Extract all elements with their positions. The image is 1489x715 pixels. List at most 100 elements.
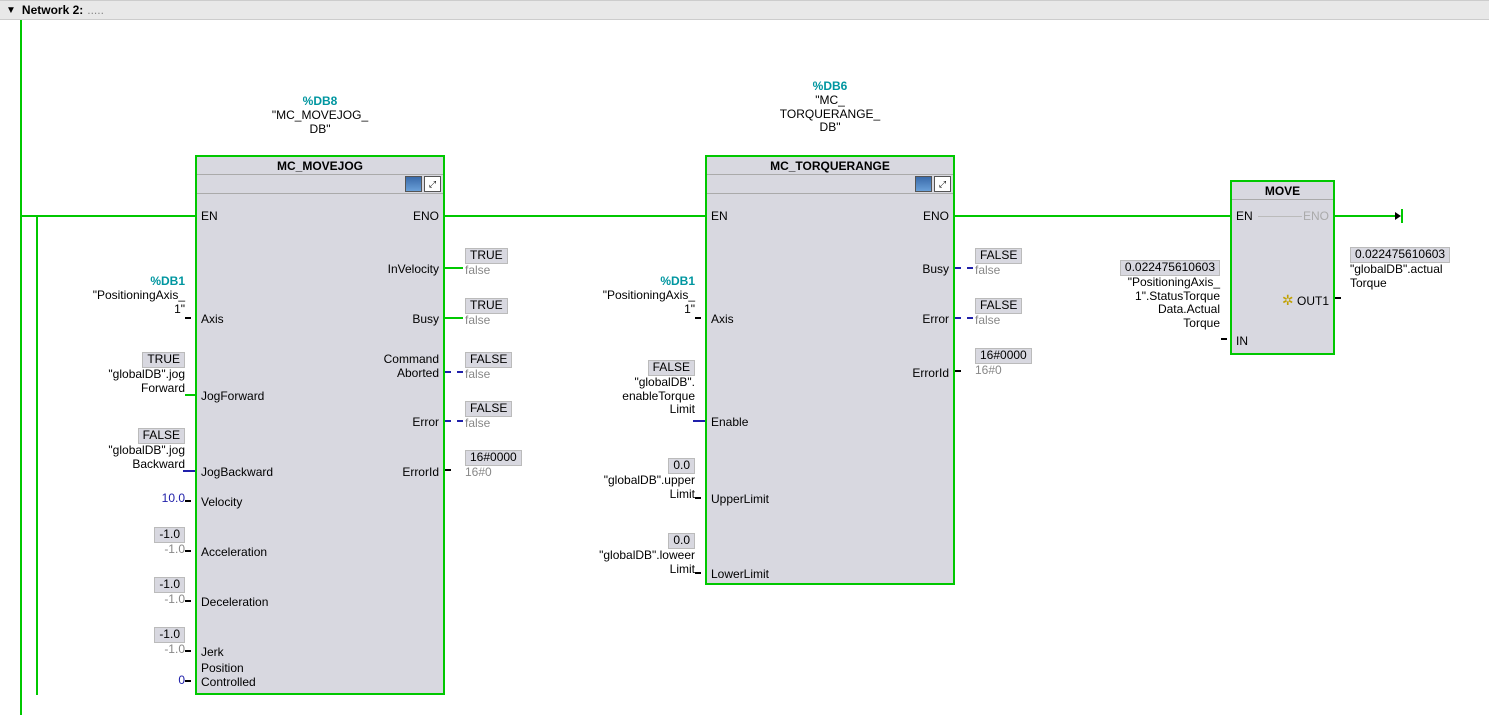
b3-out-val: 0.022475610603 [1350, 247, 1450, 263]
b1-param-jogbackward[interactable]: FALSE "globalDB".jog Backward [60, 428, 185, 471]
pin-eno: ENO [413, 209, 439, 223]
pin-posctrl-l2: Controlled [201, 675, 256, 689]
pin-en: EN [711, 209, 728, 223]
b1-jogfwd-val: TRUE [142, 352, 185, 368]
block1-db-id: %DB8 [195, 95, 445, 109]
b1-out-busy[interactable]: TRUE false [465, 298, 508, 328]
b2-axis-sym1: "PositioningAxis_ [570, 289, 695, 303]
block-options-icon[interactable] [915, 176, 932, 192]
move-eno-out [1335, 215, 1395, 217]
b1-error-val: FALSE [465, 401, 512, 417]
b1-decel-def: -1.0 [60, 593, 185, 607]
block3-move[interactable]: MOVE EN ENO ✲ OUT1 IN [1230, 180, 1335, 355]
block-options-icon[interactable] [405, 176, 422, 192]
b2-out-error[interactable]: FALSE false [975, 298, 1022, 328]
block-expand-icon[interactable]: ⤢ [934, 176, 951, 192]
b1-accel-val: -1.0 [154, 527, 185, 543]
left-power-rail [20, 20, 22, 715]
b1-errid-val: 16#0000 [465, 450, 522, 466]
b3-in-sym1: "PositioningAxis_ [1075, 276, 1220, 290]
b1-out-errorid[interactable]: 16#0000 16#0 [465, 450, 522, 480]
b2-param-axis[interactable]: %DB1 "PositioningAxis_ 1" [570, 275, 695, 316]
b3-in-sym4: Torque [1075, 317, 1220, 331]
b2-upper-sym1: "globalDB".upper [570, 474, 695, 488]
connector-green [445, 317, 463, 319]
b1-out-invelocity[interactable]: TRUE false [465, 248, 508, 278]
pin-axis: Axis [711, 312, 734, 326]
block1-title: MC_MOVEJOG [197, 157, 443, 175]
block2-instance-label: %DB6 "MC_ TORQUERANGE_ DB" [705, 80, 955, 135]
b1-param-posctrl[interactable]: 0 [60, 674, 185, 688]
b2-out-errorid[interactable]: 16#0000 16#0 [975, 348, 1032, 378]
connector [1335, 297, 1341, 299]
b2-param-upper[interactable]: 0.0 "globalDB".upper Limit [570, 458, 695, 501]
b1-param-jogforward[interactable]: TRUE "globalDB".jog Forward [60, 352, 185, 395]
b1-invel-def: false [465, 264, 508, 278]
connector [185, 650, 191, 652]
connector [185, 500, 191, 502]
connector [695, 317, 701, 319]
b1-error-def: false [465, 417, 512, 431]
rung-end-bar [1401, 209, 1403, 223]
connector [695, 497, 701, 499]
b1-out-error[interactable]: FALSE false [465, 401, 512, 431]
b1-jogbwd-sym2: Backward [60, 458, 185, 472]
rung-stub [20, 215, 36, 217]
block2-mc-torquerange[interactable]: MC_TORQUERANGE ⤢ EN Axis Enable UpperLim… [705, 155, 955, 585]
eno2-to-move [955, 215, 1230, 217]
block-expand-icon[interactable]: ⤢ [424, 176, 441, 192]
pin-jogforward: JogForward [201, 389, 264, 403]
b1-param-jerk[interactable]: -1.0 -1.0 [60, 627, 185, 657]
collapse-arrow-icon[interactable]: ▼ [6, 5, 16, 16]
block2-name-l1: "MC_ [705, 94, 955, 108]
b1-jogfwd-sym2: Forward [60, 382, 185, 396]
b2-upper-sym2: Limit [570, 488, 695, 502]
connector-dash [955, 267, 973, 269]
b3-param-in[interactable]: 0.022475610603 "PositioningAxis_ 1".Stat… [1075, 260, 1220, 331]
b1-velocity-val: 10.0 [162, 491, 185, 505]
pin-error: Error [922, 312, 949, 326]
b2-param-lower[interactable]: 0.0 "globalDB".loweer Limit [570, 533, 695, 576]
connector [185, 600, 191, 602]
b1-decel-val: -1.0 [154, 577, 185, 593]
b2-error-def: false [975, 314, 1022, 328]
pin-invelocity: InVelocity [388, 262, 439, 276]
connector-dash [183, 470, 195, 472]
network-header[interactable]: ▼ Network 2: ..... [0, 0, 1489, 20]
en-eno-divider [1258, 216, 1302, 217]
b1-param-axis[interactable]: %DB1 "PositioningAxis_ 1" [60, 275, 185, 316]
b1-posctrl-val: 0 [178, 673, 185, 687]
connector [185, 550, 191, 552]
b1-param-velocity[interactable]: 10.0 [60, 492, 185, 506]
b2-errid-val: 16#0000 [975, 348, 1032, 364]
b1-cmdab-val: FALSE [465, 352, 512, 368]
pin-axis: Axis [201, 312, 224, 326]
pin-in: IN [1236, 334, 1248, 348]
pin-eno: ENO [1303, 209, 1329, 223]
b3-out-sym2: Torque [1350, 277, 1450, 291]
ladder-canvas[interactable]: %DB8 "MC_MOVEJOG_ DB" MC_MOVEJOG ⤢ EN Ax… [0, 20, 1489, 715]
b1-axis-sym1: "PositioningAxis_ [60, 289, 185, 303]
b2-param-enable[interactable]: FALSE "globalDB". enableTorque Limit [570, 360, 695, 417]
b1-param-decel[interactable]: -1.0 -1.0 [60, 577, 185, 607]
b2-enable-sym1: "globalDB". [570, 376, 695, 390]
connector-green [445, 267, 463, 269]
b2-out-busy[interactable]: FALSE false [975, 248, 1022, 278]
connector [1221, 338, 1227, 340]
b3-out-out1[interactable]: 0.022475610603 "globalDB".actual Torque [1350, 247, 1450, 290]
block1-mc-movejog[interactable]: MC_MOVEJOG ⤢ EN Axis JogForward JogBackw… [195, 155, 445, 695]
b3-in-sym2: 1".StatusTorque [1075, 290, 1220, 304]
block1-instance-label: %DB8 "MC_MOVEJOG_ DB" [195, 95, 445, 136]
b2-enable-val: FALSE [648, 360, 695, 376]
b1-out-cmdaborted[interactable]: FALSE false [465, 352, 512, 382]
b1-busy-val: TRUE [465, 298, 508, 314]
add-output-icon[interactable]: ✲ [1282, 292, 1294, 308]
pin-enable: Enable [711, 415, 748, 429]
pin-en: EN [201, 209, 218, 223]
b1-param-accel[interactable]: -1.0 -1.0 [60, 527, 185, 557]
pin-out1: ✲ OUT1 [1282, 292, 1329, 309]
pin-cmdab-l2: Aborted [397, 366, 439, 380]
b3-in-sym3: Data.Actual [1075, 303, 1220, 317]
pin-upperlimit: UpperLimit [711, 492, 769, 506]
b1-busy-def: false [465, 314, 508, 328]
